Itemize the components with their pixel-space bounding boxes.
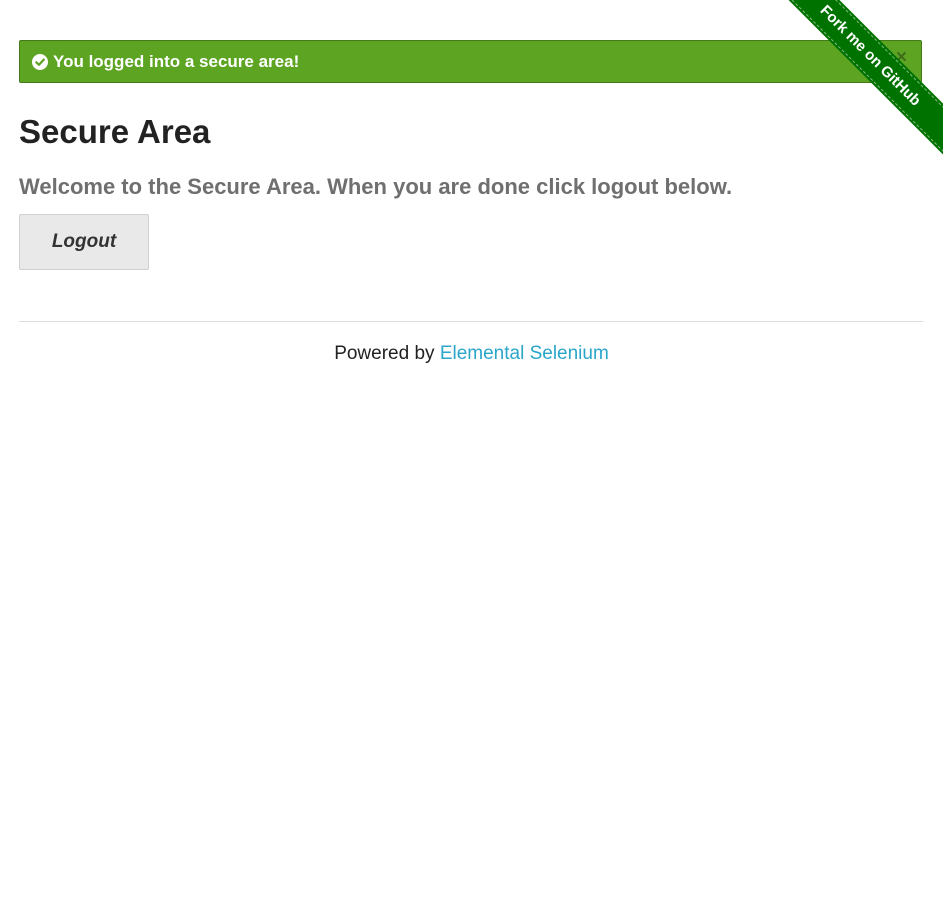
flash-message: You logged into a secure area!	[53, 51, 300, 71]
elemental-selenium-link[interactable]: Elemental Selenium	[440, 343, 609, 364]
logout-button-label: Logout	[51, 231, 117, 252]
page: You logged into a secure area! × Secure …	[0, 0, 943, 910]
footer-prefix: Powered by	[334, 343, 440, 364]
footer: Powered by Elemental Selenium	[0, 343, 943, 365]
github-ribbon-container: Fork me on GitHub	[768, 0, 943, 175]
check-circle-icon	[32, 53, 48, 70]
fork-me-on-github-ribbon[interactable]: Fork me on GitHub	[770, 0, 943, 156]
page-title: Secure Area	[19, 113, 211, 150]
logout-button[interactable]: Logout	[19, 214, 149, 270]
page-subheader: Welcome to the Secure Area. When you are…	[19, 174, 733, 199]
divider	[19, 321, 923, 322]
